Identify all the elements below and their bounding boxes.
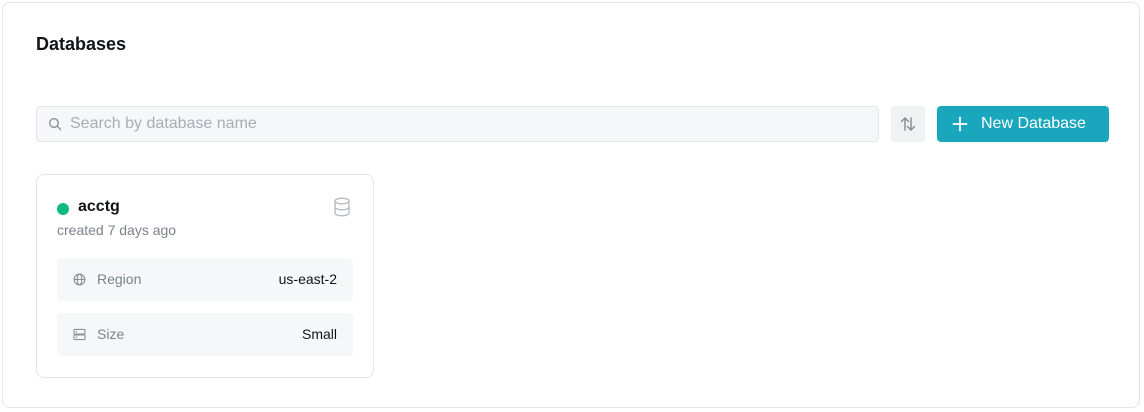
plus-icon	[952, 116, 968, 132]
globe-icon	[73, 273, 86, 286]
database-name: acctg	[78, 198, 120, 215]
sort-arrows-icon	[900, 117, 916, 131]
database-created: created 7 days ago	[57, 222, 177, 238]
database-card[interactable]: acctg created 7 days ago Region us-east-…	[36, 174, 374, 378]
property-row-region: Region us-east-2	[57, 258, 353, 301]
new-database-button[interactable]: New Database	[937, 106, 1109, 142]
status-dot-icon	[57, 203, 69, 215]
server-icon	[73, 328, 86, 341]
property-value: Small	[301, 326, 337, 342]
search-icon	[48, 117, 62, 131]
page-title: Databases	[36, 34, 127, 54]
search-input[interactable]	[70, 107, 860, 141]
property-label: Region	[97, 271, 142, 287]
property-row-size: Size Small	[57, 313, 353, 356]
property-label: Size	[97, 326, 125, 342]
databases-panel: Databases New Database acctg	[2, 2, 1140, 408]
sort-button[interactable]	[891, 106, 925, 142]
database-icon	[334, 197, 350, 217]
property-value: us-east-2	[278, 271, 337, 287]
new-database-label: New Database	[981, 115, 1086, 132]
search-box[interactable]	[36, 106, 879, 142]
